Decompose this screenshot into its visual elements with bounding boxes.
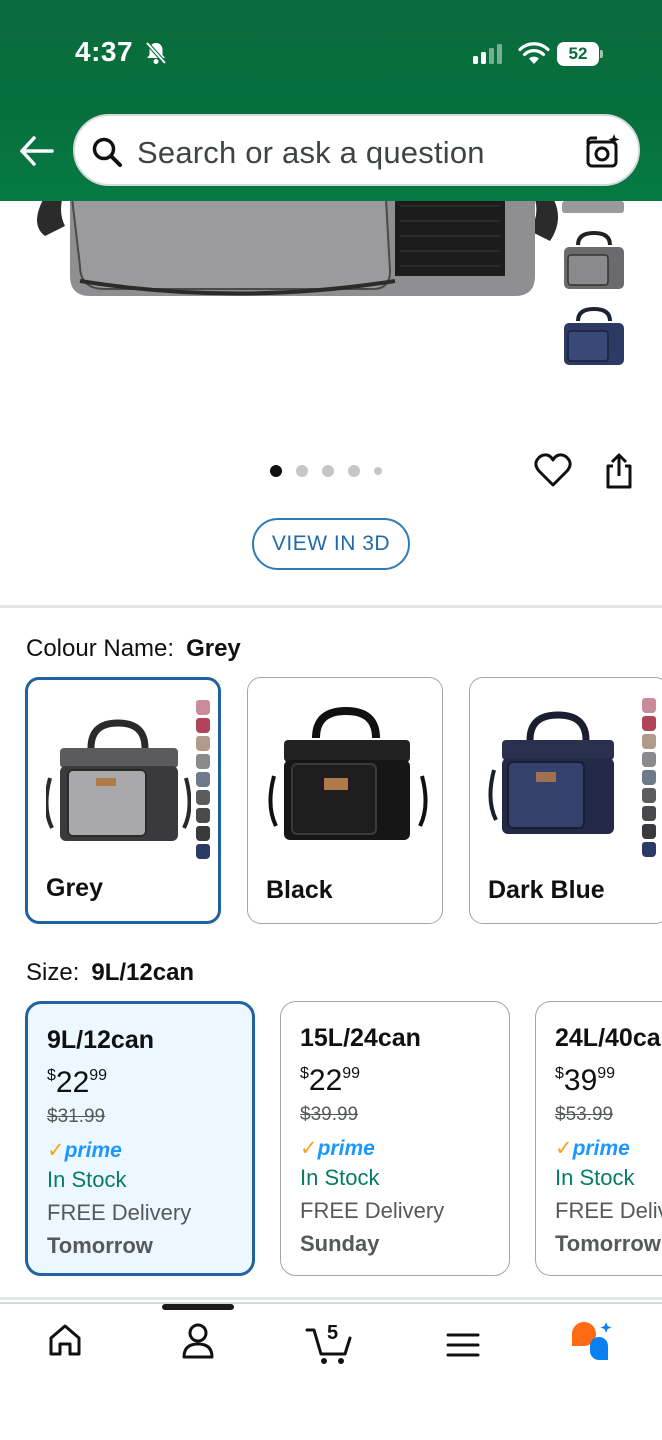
gallery-dot[interactable]	[322, 465, 334, 477]
battery-indicator: 52	[557, 42, 599, 66]
size-option-price: $3999	[555, 1064, 616, 1097]
status-time: 4:37	[75, 36, 134, 67]
bell-slash-icon	[145, 41, 167, 65]
swatch-image	[268, 706, 428, 840]
list-price: $39.99	[300, 1104, 359, 1125]
delivery-date: Tomorrow	[47, 1233, 153, 1258]
search-input[interactable]: Search or ask a question	[73, 114, 640, 186]
size-label: Size:	[26, 959, 80, 986]
gallery-dot[interactable]	[374, 467, 382, 475]
colour-selected-value: Grey	[186, 635, 241, 662]
heart-icon[interactable]	[534, 452, 572, 488]
list-price: $31.99	[47, 1106, 106, 1127]
stock-status: In Stock	[555, 1165, 635, 1190]
stock-status: In Stock	[47, 1167, 127, 1192]
list-price: $53.99	[555, 1104, 614, 1125]
section-divider	[0, 1297, 662, 1300]
size-option-15l[interactable]: 15L/24can $2299 $39.99 ✓prime In Stock F…	[280, 1001, 510, 1276]
account-icon[interactable]	[180, 1322, 216, 1360]
colour-option-grey[interactable]: Grey	[25, 677, 221, 924]
search-icon	[92, 137, 122, 167]
search-placeholder: Search or ask a question	[137, 135, 485, 170]
delivery-text: FREE Delivery	[47, 1200, 192, 1225]
cellular-signal-icon	[473, 44, 502, 64]
size-option-price: $2299	[47, 1066, 108, 1099]
cart-count-badge: 5	[327, 1322, 339, 1344]
prime-badge: ✓prime	[300, 1137, 375, 1160]
back-arrow-icon[interactable]	[18, 134, 56, 168]
size-option-name: 15L/24can	[300, 1024, 421, 1052]
size-label-row: Size: 9L/12can	[26, 959, 194, 987]
active-tab-indicator	[162, 1304, 234, 1310]
share-icon[interactable]	[603, 452, 635, 490]
size-option-9l[interactable]: 9L/12can $2299 $31.99 ✓prime In Stock FR…	[25, 1001, 255, 1276]
size-selected-value: 9L/12can	[91, 959, 195, 986]
gallery-dot[interactable]	[270, 465, 282, 477]
delivery-date: Tomorrow	[555, 1231, 661, 1256]
prime-badge: ✓prime	[47, 1139, 122, 1162]
delivery-date: Sunday	[300, 1231, 380, 1256]
size-option-name: 9L/12can	[47, 1026, 155, 1054]
colour-option-name: Grey	[46, 874, 103, 902]
home-icon[interactable]	[46, 1322, 84, 1358]
colour-label: Colour Name:	[26, 635, 175, 662]
stock-status: In Stock	[300, 1165, 380, 1190]
colour-option-dark-blue[interactable]: Dark Blue	[469, 677, 662, 924]
product-image	[37, 201, 558, 296]
colour-option-name: Dark Blue	[488, 876, 605, 904]
colour-variant-strip	[642, 698, 656, 857]
gallery-pagination	[270, 465, 382, 477]
app-header: 4:37 52 Search or ask a question	[0, 0, 662, 201]
colour-variant-strip	[196, 700, 210, 859]
rufus-assistant-icon[interactable]	[568, 1320, 616, 1364]
lens-camera-icon[interactable]	[584, 132, 622, 170]
colour-option-black[interactable]: Black	[247, 677, 443, 924]
delivery-text: FREE Delivery	[300, 1198, 445, 1223]
colour-label-row: Colour Name: Grey	[26, 635, 241, 663]
menu-icon[interactable]	[446, 1332, 480, 1358]
view-in-3d-button[interactable]: VIEW IN 3D	[252, 518, 410, 570]
size-option-name: 24L/40can	[555, 1024, 662, 1052]
gallery-dot[interactable]	[296, 465, 308, 477]
colour-option-name: Black	[266, 876, 333, 904]
thumbnail-2[interactable]	[558, 230, 630, 298]
swatch-image	[46, 719, 191, 841]
swatch-image	[488, 711, 614, 834]
size-option-24l[interactable]: 24L/40can $3999 $53.99 ✓prime In Stock F…	[535, 1001, 662, 1276]
delivery-text: FREE Delivery	[555, 1198, 662, 1223]
wifi-icon	[518, 42, 550, 64]
gallery-dot[interactable]	[348, 465, 360, 477]
prime-badge: ✓prime	[555, 1137, 630, 1160]
size-option-price: $2299	[300, 1064, 361, 1097]
thumbnail-1[interactable]	[560, 201, 630, 220]
thumbnail-3[interactable]	[558, 306, 630, 374]
section-divider	[0, 605, 662, 608]
